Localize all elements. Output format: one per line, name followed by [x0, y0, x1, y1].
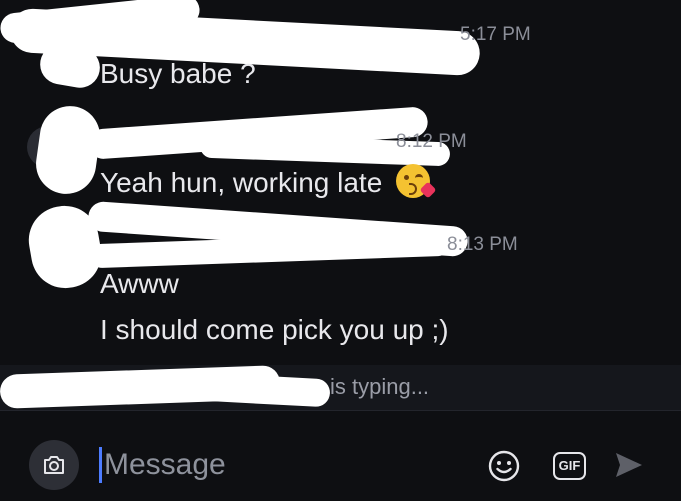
message-timestamp: 8:13 PM	[447, 234, 518, 255]
message-text: Busy babe ?	[100, 58, 256, 89]
text-cursor	[99, 447, 102, 483]
message-text-body: Yeah hun, working late	[100, 167, 383, 198]
camera-icon	[44, 456, 64, 474]
message-list: 5:17 PM Busy babe ? 8:12 PM Yeah hun, wo…	[0, 0, 681, 410]
emoji-button[interactable]	[487, 449, 521, 483]
typing-indicator-text: is typing...	[330, 374, 430, 399]
message-timestamp: 5:17 PM	[460, 24, 531, 45]
smiley-icon	[488, 450, 520, 482]
message-text: Awww	[100, 268, 179, 299]
message-timestamp: 8:12 PM	[396, 131, 467, 152]
gif-button[interactable]: GIF	[553, 452, 586, 480]
kissing-face-heart-icon	[396, 164, 437, 199]
gif-label: GIF	[558, 458, 581, 473]
camera-button[interactable]	[29, 440, 79, 490]
message-text: I should come pick you up ;)	[100, 314, 449, 345]
redaction-overlay	[89, 231, 451, 269]
send-button[interactable]	[613, 450, 645, 480]
send-icon	[616, 453, 642, 477]
message-input[interactable]	[104, 445, 464, 485]
message-text: Yeah hun, working late	[100, 164, 437, 199]
